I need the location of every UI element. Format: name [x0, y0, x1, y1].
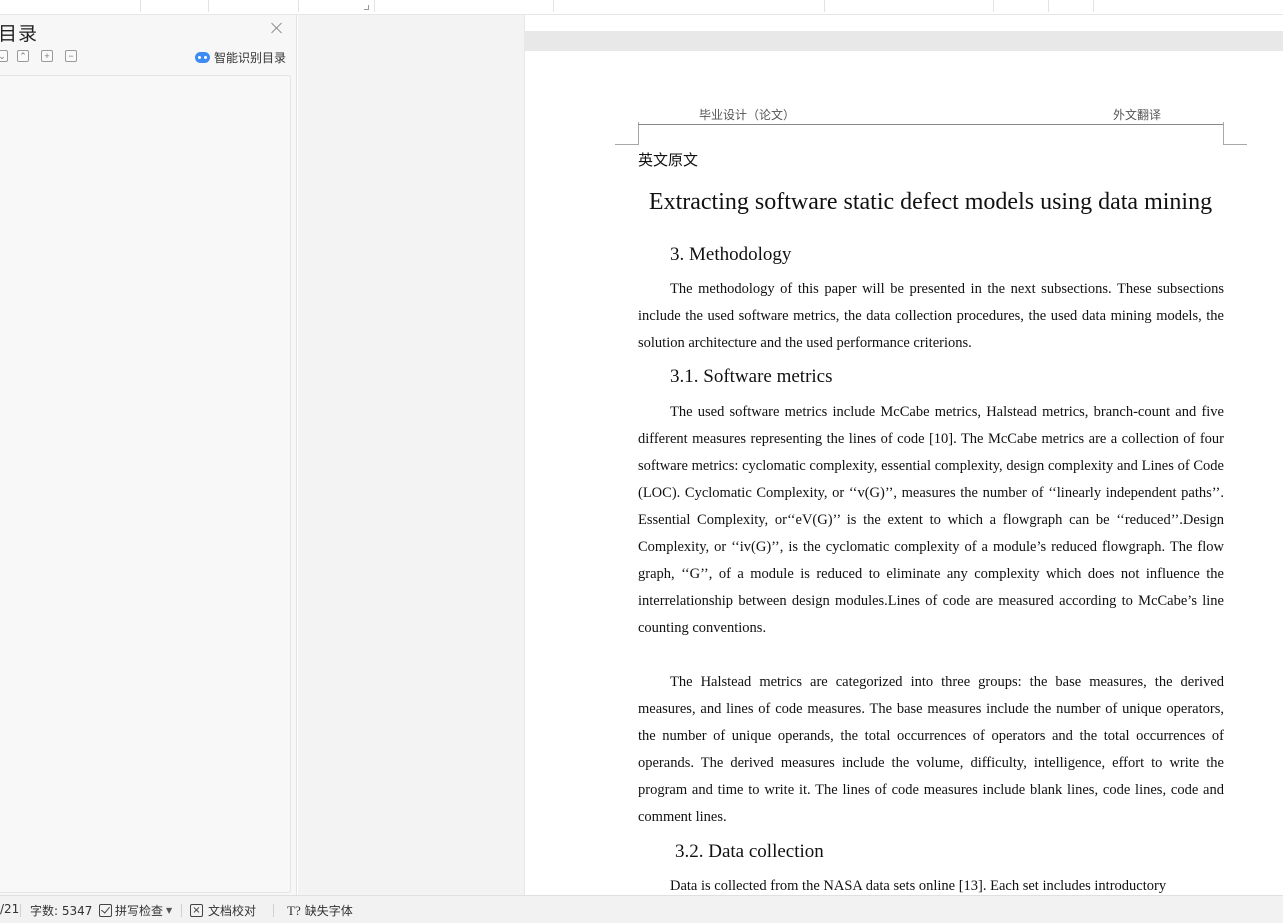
missing-font-icon: T? [287, 902, 301, 918]
status-separator [181, 904, 182, 917]
add-heading-icon[interactable]: + [41, 50, 53, 62]
ribbon-separator [374, 0, 375, 12]
paragraph-methodology: The methodology of this paper will be pr… [638, 281, 1224, 351]
document-workspace[interactable]: 毕业设计（论文） 外文翻译 英文原文 Extracting software s… [524, 15, 1283, 895]
ribbon-separator [824, 0, 825, 12]
heading-software-metrics: 3.1. Software metrics [670, 366, 833, 387]
missing-font-label: 缺失字体 [304, 904, 353, 918]
chevron-down-icon[interactable]: ▼ [166, 906, 172, 915]
missing-font-button[interactable]: T? 缺失字体 [287, 902, 353, 919]
spell-check-button[interactable]: 拼写检查 ▼ [99, 902, 172, 919]
ribbon-separator [298, 0, 299, 12]
smart-toc-label: 智能识别目录 [214, 50, 287, 65]
ribbon-bar [0, 0, 1283, 15]
paragraph-halstead: The Halstead metrics are categorized int… [638, 674, 1224, 825]
word-count[interactable]: 字数: 5347 [30, 902, 92, 919]
margin-mark [1223, 144, 1247, 145]
margin-mark [1223, 122, 1224, 144]
document-page[interactable]: 毕业设计（论文） 外文翻译 英文原文 Extracting software s… [525, 51, 1283, 895]
page-header-left: 毕业设计（论文） [699, 108, 796, 122]
page-header-right: 外文翻译 [1113, 108, 1162, 122]
previous-page-bottom [525, 15, 1283, 31]
close-icon[interactable] [270, 21, 284, 35]
proofread-button[interactable]: × 文档校对 [190, 902, 256, 919]
smart-robot-icon [195, 51, 210, 63]
toc-title: 目录 [0, 23, 39, 45]
remove-heading-icon[interactable]: − [65, 50, 77, 62]
checkbox-icon [99, 904, 112, 917]
ribbon-separator [553, 0, 554, 12]
status-separator [273, 904, 274, 917]
collapse-all-icon[interactable]: ⌃ [17, 50, 29, 62]
workspace-gutter [298, 15, 524, 895]
toc-list[interactable] [0, 75, 291, 893]
status-bar: /21 字数: 5347 拼写检查 ▼ × 文档校对 T? 缺失字体 [0, 895, 1283, 923]
paragraph-mccabe: The used software metrics include McCabe… [638, 404, 1224, 636]
heading-data-collection: 3.2. Data collection [675, 841, 824, 862]
page-indicator[interactable]: /21 [0, 902, 19, 916]
page-indicator-text: /21 [0, 902, 20, 916]
ribbon-separator [993, 0, 994, 12]
ribbon-separator [1048, 0, 1049, 12]
margin-mark [638, 122, 639, 144]
status-separator [20, 904, 21, 917]
ribbon-separator [140, 0, 141, 12]
chinese-section-label: 英文原文 [638, 151, 699, 169]
spell-check-label: 拼写检查 [115, 904, 164, 918]
toc-pane: 目录 ⌄ ⌃ + − 智能识别目录 [0, 15, 297, 895]
proofread-icon: × [190, 904, 203, 917]
expand-all-icon[interactable]: ⌄ [0, 50, 8, 62]
header-rule [638, 124, 1223, 125]
document-title: Extracting software static defect models… [648, 189, 1213, 215]
dialog-launcher-icon[interactable] [364, 5, 369, 10]
heading-methodology: 3. Methodology [670, 244, 792, 265]
proofread-label: 文档校对 [208, 904, 257, 918]
paragraph-data-collection: Data is collected from the NASA data set… [670, 878, 1167, 894]
smart-toc-button[interactable]: 智能识别目录 [195, 49, 286, 65]
ribbon-separator [208, 0, 209, 12]
word-count-text: 字数: 5347 [30, 904, 93, 918]
ribbon-separator [1093, 0, 1094, 12]
margin-mark [615, 144, 639, 145]
